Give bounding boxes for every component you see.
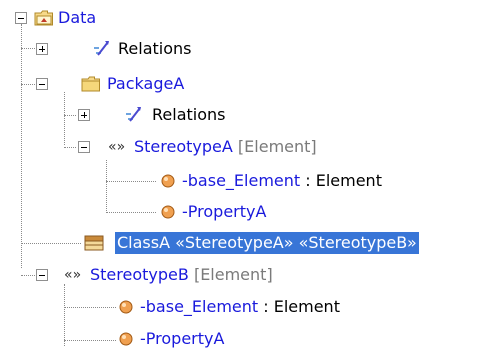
tree-node-classa[interactable]: ClassA «StereotypeA» «StereotypeB»: [114, 231, 420, 255]
stereotype-icon: «»: [108, 139, 126, 155]
tree-node-propertya-a[interactable]: -PropertyA: [182, 201, 266, 223]
property-name: -base_Element: [182, 171, 301, 190]
property-icon: [119, 332, 133, 346]
package-open-icon: [34, 10, 53, 26]
relations-icon: [126, 107, 141, 122]
relations-icon: [94, 41, 109, 56]
tree-connector: [64, 115, 76, 116]
stereotypea-name: StereotypeA: [134, 137, 233, 156]
property-icon: [161, 205, 175, 219]
tree-node-relations-packagea[interactable]: Relations: [152, 104, 225, 126]
tree-connector: [64, 340, 116, 341]
property-type: : Element: [300, 171, 382, 190]
tree-node-propertya-b[interactable]: -PropertyA: [140, 328, 224, 350]
tree-node-relations[interactable]: Relations: [118, 38, 191, 60]
tree-connector: [21, 243, 81, 244]
collapse-toggle[interactable]: [15, 12, 27, 24]
class-icon: [84, 235, 104, 251]
expand-toggle[interactable]: [36, 43, 48, 55]
property-icon: [161, 174, 175, 188]
stereotypeb-name: StereotypeB: [90, 265, 189, 284]
stereotype-icon: «»: [64, 267, 82, 283]
tree-connector: [106, 212, 156, 213]
tree-connector: [64, 284, 65, 346]
tree-connector: [106, 160, 107, 213]
package-folder-icon: [81, 76, 100, 92]
tree-connector: [106, 181, 156, 182]
tree-connector: [64, 307, 116, 308]
collapse-toggle[interactable]: [78, 141, 90, 153]
tree-node-stereotypeb[interactable]: StereotypeB [Element]: [90, 264, 273, 286]
tree-node-packagea[interactable]: PackageA: [107, 73, 184, 95]
collapse-toggle[interactable]: [36, 78, 48, 90]
collapse-toggle[interactable]: [36, 269, 48, 281]
stereotypeb-meta: [Element]: [193, 265, 273, 284]
tree-node-stereotypea[interactable]: StereotypeA [Element]: [134, 136, 317, 158]
tree-node-base-element-b[interactable]: -base_Element : Element: [140, 296, 340, 318]
tree-node-data[interactable]: Data: [58, 7, 96, 29]
tree-connector: [21, 24, 22, 268]
expand-toggle[interactable]: [78, 109, 90, 121]
tree-connector: [64, 147, 76, 148]
tree-connector: [64, 92, 65, 145]
property-name: -base_Element: [140, 297, 259, 316]
model-browser-tree[interactable]: Data Relations PackageA Relations «» Ste…: [0, 0, 482, 351]
tree-node-base-element-a[interactable]: -base_Element : Element: [182, 170, 382, 192]
property-icon: [119, 300, 133, 314]
stereotypea-meta: [Element]: [237, 137, 317, 156]
property-type: : Element: [258, 297, 340, 316]
